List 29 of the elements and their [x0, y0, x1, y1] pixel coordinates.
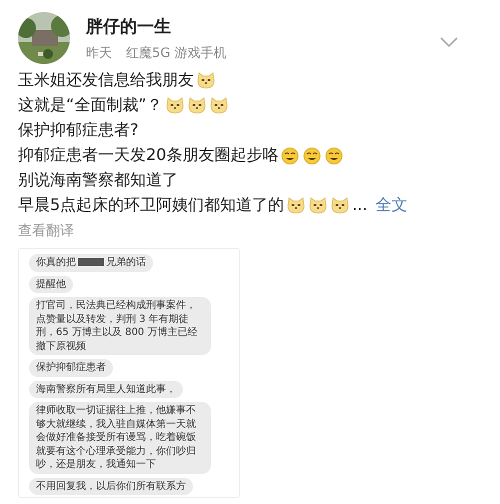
- smiley-emoji-icon: [280, 145, 300, 165]
- translate-link[interactable]: 查看翻译: [18, 222, 482, 240]
- message-bubble: 保护抑郁症患者: [29, 359, 113, 376]
- post-text: 玉米姐还发信息给我朋友: [18, 70, 194, 90]
- dog-face-emoji-icon: [330, 195, 350, 215]
- message-bubble: 律师收取一切证据往上推，他嫌事不够大就继续，我入驻自媒体第一天就会做好准备接受所有谩骂，吃着碗饭就要有这个心理承受能力，你们吵归吵，还是朋友，我通知一下: [29, 402, 211, 474]
- post-text: 抑郁症患者一天发20条朋友圈起步咯: [18, 145, 278, 165]
- message-bubble: 海南警察所有局里人知道此事，: [29, 380, 183, 398]
- post-text: 保护抑郁症患者?: [18, 120, 138, 140]
- message-bubble: 打官司，民法典已经构成刑事案件，点赞量以及转发，判刑 3 年有期徒刑，65 万博主以及 800 万博主已经撤下原视频: [29, 297, 211, 355]
- dog-face-emoji-icon: [308, 195, 328, 215]
- post-text: 早晨5点起床的环卫阿姨们都知道了的: [18, 195, 284, 215]
- message-bubble: 你真的把 兄弟的话: [29, 254, 153, 272]
- post-text: 别说海南警察都知道了: [18, 170, 178, 190]
- post-time: 昨天: [86, 44, 112, 62]
- full-text-link[interactable]: 全文: [375, 195, 408, 215]
- device-name: 红魔5G 游戏手机: [126, 44, 226, 62]
- smiley-emoji-icon: [302, 145, 322, 165]
- dog-face-emoji-icon: [164, 95, 185, 115]
- dog-face-emoji-icon: [186, 95, 207, 115]
- smiley-emoji-icon: [324, 145, 344, 165]
- message-bubble: 不用回复我，以后你们所有联系方: [29, 478, 193, 495]
- dog-face-emoji-icon: [196, 70, 216, 90]
- post-text: 这就是“全面制裁”？: [18, 95, 163, 115]
- dog-face-emoji-icon: [286, 195, 306, 215]
- user-name[interactable]: 胖仔的一生: [86, 14, 424, 38]
- message-bubble: 提醒他: [29, 276, 73, 293]
- ellipsis: ...: [352, 195, 368, 215]
- dog-face-emoji-icon: [208, 95, 229, 115]
